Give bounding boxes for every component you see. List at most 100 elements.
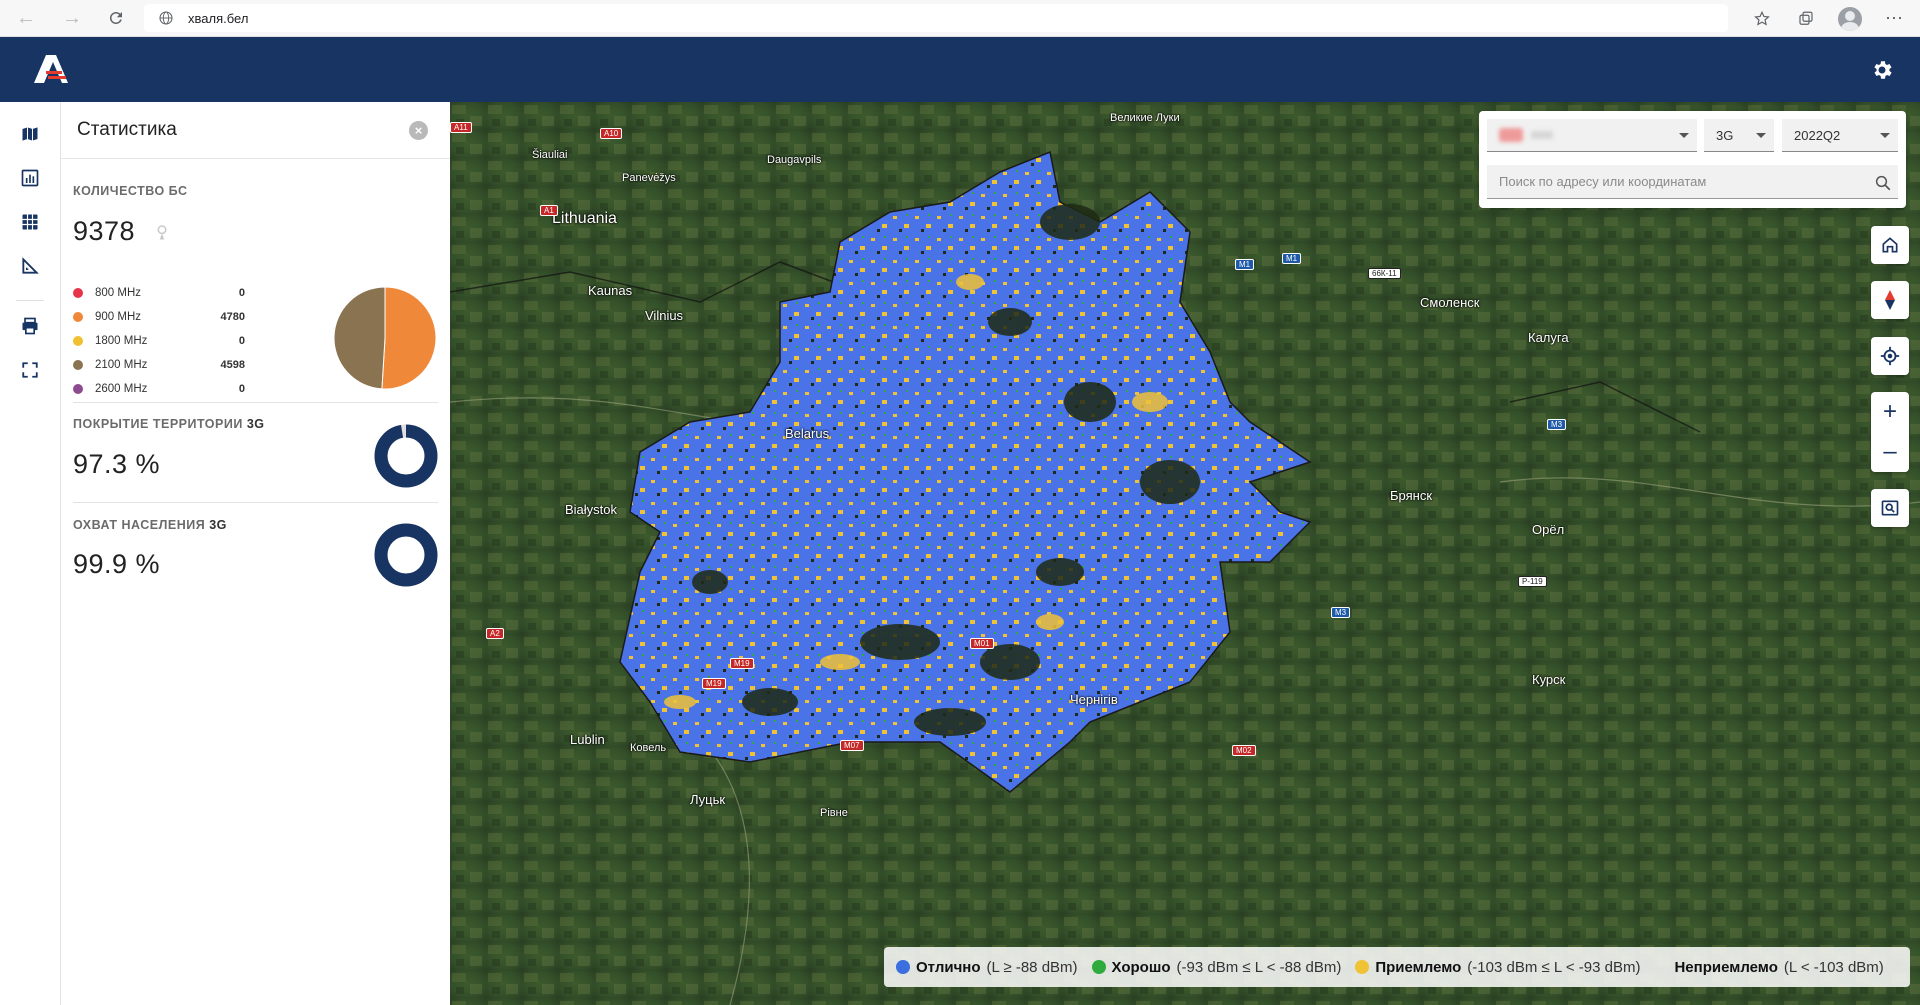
- profile-button[interactable]: [1832, 1, 1868, 37]
- legend-item: Отлично (L ≥ -88 dBm): [896, 959, 1078, 976]
- app-logo-icon[interactable]: [30, 51, 70, 85]
- band-count: 0: [238, 287, 245, 299]
- map-label-siauliai: Šiauliai: [532, 149, 568, 161]
- legend-color-dot: [1091, 960, 1106, 974]
- road-marker: A1: [540, 205, 558, 216]
- band-count: 4780: [220, 311, 245, 323]
- coverage-map[interactable]: Lithuania Belarus Vilnius Kaunas Šiaulia…: [450, 102, 1920, 1005]
- favorites-star-icon[interactable]: [1744, 1, 1780, 37]
- population-label: ОХВАТ НАСЕЛЕНИЯ: [73, 518, 206, 532]
- territory-donut-arc: [374, 424, 438, 488]
- statistics-panel: Статистика × КОЛИЧЕСТВО БС 9378 800 MHz 0…: [61, 102, 450, 1005]
- bands-pie-chart: [333, 286, 437, 390]
- map-label-kaunas: Kaunas: [588, 283, 633, 298]
- statistics-button[interactable]: [18, 166, 42, 190]
- band-row: 1800 MHz 0: [73, 333, 245, 349]
- band-row: 2600 MHz 0: [73, 381, 245, 397]
- panel-title: Статистика: [77, 119, 177, 140]
- territory-label: ПОКРЫТИЕ ТЕРРИТОРИИ: [73, 417, 243, 431]
- app-header: [0, 37, 1920, 102]
- technology-value: 3G: [1716, 127, 1734, 143]
- road-marker: M19: [730, 658, 754, 669]
- road-marker: M1: [1282, 253, 1302, 264]
- plus-icon: +: [1882, 398, 1897, 425]
- map-icon: [22, 127, 38, 141]
- chevron-down-icon: [1679, 133, 1689, 138]
- printer-icon: [22, 317, 38, 335]
- band-row: 900 MHz 4780: [73, 309, 245, 325]
- bs-count-section: КОЛИЧЕСТВО БС: [73, 184, 438, 198]
- legend-name: Отлично: [916, 958, 981, 976]
- map-label-belarus: Belarus: [785, 426, 830, 441]
- technology-select[interactable]: 3G: [1704, 119, 1774, 152]
- map-label-daugavpils: Daugavpils: [767, 154, 822, 166]
- legend-item: Неприемлемо (L < -103 dBm): [1654, 959, 1883, 976]
- more-menu-icon[interactable]: ⋯: [1876, 1, 1912, 37]
- rail-divider: [16, 300, 44, 301]
- bar-chart-icon: [21, 169, 39, 187]
- road-marker: A2: [486, 628, 504, 639]
- legend-range: (L ≥ -88 dBm): [986, 958, 1078, 976]
- road-marker: M02: [1232, 745, 1256, 756]
- operator-select[interactable]: [1487, 119, 1697, 152]
- address-search-input[interactable]: [1487, 165, 1898, 199]
- band-label: 2600 MHz: [95, 383, 148, 395]
- address-bar[interactable]: хваля.бел: [144, 4, 1728, 32]
- zoom-area-icon: [1881, 500, 1899, 516]
- legend-color-dot: [1355, 960, 1370, 974]
- home-view-button[interactable]: [1871, 226, 1909, 264]
- close-panel-button[interactable]: ×: [409, 121, 428, 140]
- forward-button[interactable]: →: [54, 0, 90, 36]
- road-marker: M19: [702, 678, 726, 689]
- road-marker: M01: [970, 638, 994, 649]
- band-row: 2100 MHz 4598: [73, 357, 245, 373]
- band-row: 800 MHz 0: [73, 285, 245, 301]
- legend-range: (L < -103 dBm): [1783, 958, 1884, 976]
- period-select[interactable]: 2022Q2: [1782, 119, 1898, 152]
- zoom-in-button[interactable]: +: [1871, 392, 1909, 432]
- territory-tech: 3G: [246, 417, 265, 431]
- measure-button[interactable]: [18, 254, 42, 278]
- band-label: 2100 MHz: [95, 359, 148, 371]
- close-icon: ×: [414, 123, 423, 138]
- section-divider: [73, 402, 438, 403]
- print-button[interactable]: [18, 314, 42, 338]
- map-layers-button[interactable]: [18, 122, 42, 146]
- road-marker: A10: [600, 128, 623, 139]
- home-icon: [1882, 237, 1898, 253]
- section-divider: [73, 502, 438, 503]
- back-button[interactable]: ←: [8, 0, 44, 36]
- locate-me-button[interactable]: [1871, 337, 1909, 375]
- map-label-smolensk: Смоленск: [1420, 295, 1480, 310]
- zoom-area-button[interactable]: [1871, 489, 1909, 527]
- zoom-out-button[interactable]: –: [1871, 432, 1909, 472]
- legend-item: Приемлемо (-103 dBm ≤ L < -93 dBm): [1355, 959, 1640, 976]
- tower-icon: [157, 224, 167, 239]
- search-icon[interactable]: [1874, 174, 1892, 192]
- road-marker: Р-119: [1518, 576, 1547, 587]
- operator-logo: [1499, 128, 1523, 142]
- period-value: 2022Q2: [1794, 127, 1841, 143]
- fullscreen-button[interactable]: [18, 358, 42, 382]
- road-marker: A11: [450, 122, 472, 133]
- map-label-bryansk: Брянск: [1390, 488, 1433, 503]
- road-marker: M3: [1331, 607, 1351, 618]
- compass-button[interactable]: [1871, 281, 1909, 319]
- map-label-lutsk: Луцьк: [690, 792, 726, 807]
- compass-icon: [1885, 290, 1895, 310]
- bs-count-label: КОЛИЧЕСТВО БС: [73, 184, 188, 198]
- globe-icon: [159, 11, 173, 25]
- population-donut-arc: [374, 523, 438, 587]
- grid-button[interactable]: [18, 210, 42, 234]
- road-marker: M3: [1547, 419, 1567, 430]
- map-label-kursk: Курск: [1532, 672, 1566, 687]
- settings-gear-icon[interactable]: [1870, 58, 1894, 82]
- map-canvas: [450, 102, 1920, 1005]
- reload-button[interactable]: [98, 0, 134, 36]
- legend-range: (-93 dBm ≤ L < -88 dBm): [1176, 958, 1342, 976]
- collections-icon[interactable]: [1788, 1, 1824, 37]
- map-label-lithuania: Lithuania: [552, 210, 617, 227]
- locate-icon: [1880, 346, 1900, 366]
- territory-donut: [374, 424, 438, 488]
- band-color-dot: [73, 384, 83, 394]
